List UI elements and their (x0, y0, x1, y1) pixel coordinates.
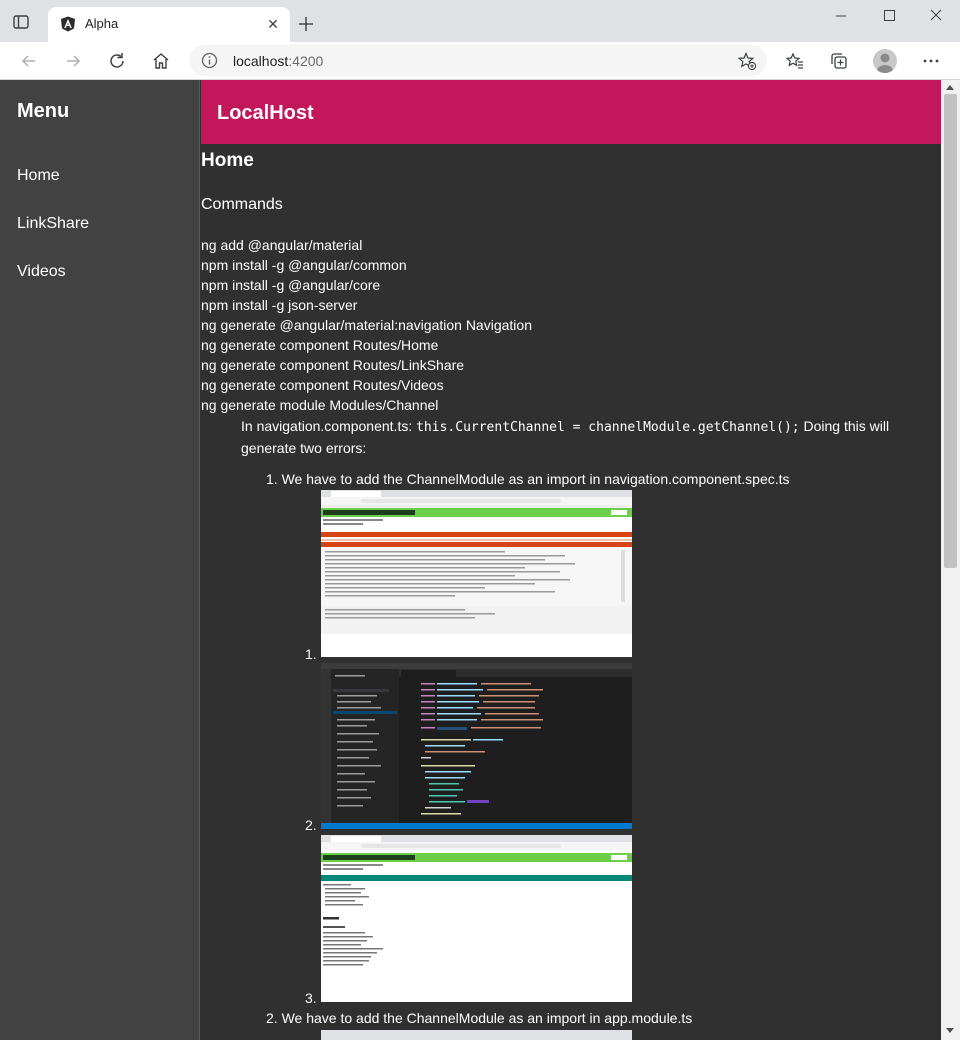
browser-tab[interactable]: Alpha ✕ (48, 7, 290, 42)
nav-item-home[interactable]: Home (17, 167, 60, 185)
command-line: npm install -g @angular/core (201, 277, 381, 293)
command-line: ng generate component Routes/Home (201, 337, 439, 353)
forward-icon[interactable] (63, 51, 83, 71)
nav-item-videos[interactable]: Videos (17, 263, 66, 281)
scrollbar-thumb[interactable] (944, 94, 957, 568)
back-icon[interactable] (19, 51, 39, 71)
error-number: 1. (266, 471, 278, 487)
minimize-icon[interactable] (818, 4, 864, 28)
profile-avatar[interactable] (873, 49, 897, 73)
side-nav: Menu Home LinkShare Videos (0, 80, 200, 1040)
karma-test-screenshot (321, 1030, 632, 1040)
collections-icon[interactable] (829, 51, 849, 71)
browser-tab-bar: Alpha ✕ (0, 0, 960, 42)
command-line: npm install -g @angular/common (201, 257, 407, 273)
commands-heading: Commands (201, 196, 283, 213)
note-prefix: In navigation.component.ts: (241, 418, 417, 434)
address-bar[interactable]: localhost:4200 (189, 45, 767, 76)
error-item: 2. We have to add the ChannelModule as a… (266, 1010, 692, 1026)
angular-icon (61, 16, 75, 32)
add-favorite-icon[interactable] (737, 51, 757, 71)
scroll-down-icon[interactable] (946, 1028, 954, 1033)
sub-item-number: 1. (305, 646, 317, 662)
karma-test-screenshot (321, 490, 632, 657)
refresh-icon[interactable] (107, 51, 127, 71)
command-line: ng generate component Routes/Videos (201, 377, 444, 393)
favorites-icon[interactable] (785, 51, 805, 71)
nav-item-linkshare[interactable]: LinkShare (17, 215, 89, 233)
note-paragraph: In navigation.component.ts: this.Current… (241, 416, 901, 458)
scroll-up-icon[interactable] (946, 85, 954, 90)
url-host: localhost (233, 53, 289, 69)
tab-title: Alpha (85, 16, 119, 31)
app-title: LocalHost (217, 102, 314, 124)
note-code: this.CurrentChannel = channelModule.getC… (416, 420, 800, 435)
info-icon[interactable] (201, 52, 218, 69)
close-tab-icon[interactable]: ✕ (265, 16, 281, 32)
page-viewport: Menu Home LinkShare Videos LocalHost Hom… (0, 80, 960, 1040)
command-line: ng generate component Routes/LinkShare (201, 357, 465, 373)
error-number: 2. (266, 1010, 278, 1026)
user-icon (877, 53, 893, 73)
command-line: ng add @angular/material (201, 237, 363, 253)
maximize-icon[interactable] (866, 4, 912, 28)
new-tab-icon[interactable] (296, 14, 316, 34)
error-text: We have to add the ChannelModule as an i… (281, 471, 790, 487)
vertical-scrollbar[interactable] (941, 80, 960, 1040)
command-line: ng generate module Modules/Channel (201, 397, 439, 413)
main-content: Home Commands ng add @angular/material n… (201, 144, 941, 1040)
karma-test-screenshot (321, 835, 632, 1002)
url-text: localhost:4200 (233, 53, 323, 69)
sub-item-number: 2. (305, 817, 317, 833)
app-toolbar: LocalHost (201, 80, 941, 144)
tab-actions-icon[interactable] (12, 13, 30, 31)
command-line: npm install -g json-server (201, 297, 358, 313)
page-title: Home (201, 150, 254, 171)
close-window-icon[interactable] (912, 4, 958, 28)
sub-item-number: 3. (305, 990, 317, 1006)
browser-toolbar: localhost:4200 (0, 42, 960, 80)
vscode-editor-screenshot (321, 663, 632, 829)
error-item: 1. We have to add the ChannelModule as a… (266, 471, 790, 487)
error-text: We have to add the ChannelModule as an i… (281, 1010, 693, 1026)
more-options-icon[interactable] (921, 51, 941, 71)
menu-title: Menu (17, 100, 70, 122)
command-line: ng generate @angular/material:navigation… (201, 317, 532, 333)
url-port: :4200 (288, 53, 324, 69)
home-icon[interactable] (151, 51, 171, 71)
